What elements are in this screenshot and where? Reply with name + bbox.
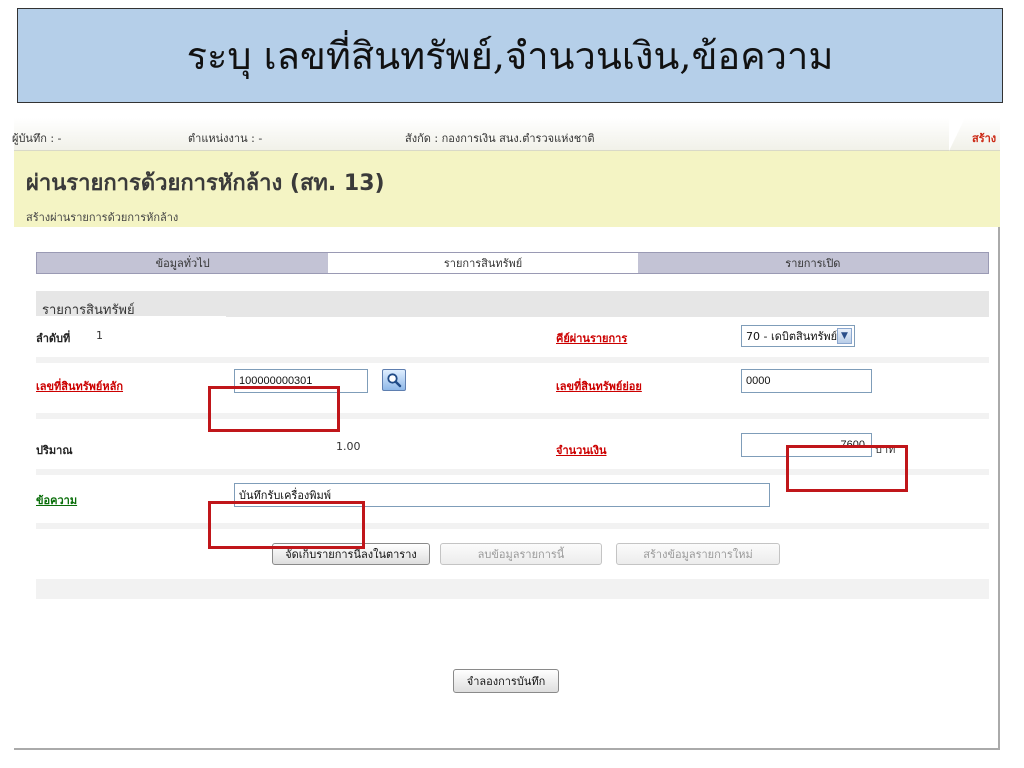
app-window: ผู้บันทึก : - ตำแหน่งงาน : - สังกัด : กอ…	[12, 118, 1000, 750]
tab-asset-items[interactable]: รายการสินทรัพย์	[328, 253, 638, 273]
quantity-label: ปริมาณ	[36, 444, 73, 457]
asset-search-button[interactable]	[382, 369, 406, 391]
unit-info: สังกัด : กองการเงิน สนง.ตำรวจแห่งชาติ	[405, 132, 595, 145]
sub-asset-input[interactable]	[741, 369, 872, 393]
seq-label: ลำดับที่	[36, 332, 71, 345]
topbar-corner	[949, 118, 965, 151]
instruction-text: ระบุ เลขที่สินทรัพย์,จำนวนเงิน,ข้อความ	[186, 34, 834, 78]
chevron-down-icon: ▼	[837, 328, 852, 344]
tab-open-items[interactable]: รายการเปิด	[637, 253, 988, 273]
sub-asset-label[interactable]: เลขที่สินทรัพย์ย่อย	[556, 377, 642, 395]
posting-key-label[interactable]: คีย์ผ่านรายการ	[556, 329, 627, 347]
highlight-text	[208, 501, 365, 549]
quantity-value: 1.00	[336, 440, 361, 453]
tab-bar: ข้อมูลทั่วไป รายการสินทรัพย์ รายการเปิด	[36, 252, 989, 274]
magnifier-icon	[387, 373, 402, 388]
new-item-button[interactable]: สร้างข้อมูลรายการใหม่	[616, 543, 780, 565]
simulate-button[interactable]: จำลองการบันทึก	[453, 669, 559, 693]
user-info-bar: ผู้บันทึก : - ตำแหน่งงาน : - สังกัด : กอ…	[12, 118, 1000, 151]
row-asset-number: เลขที่สินทรัพย์หลัก เลขที่สินทรัพย์ย่อย	[36, 363, 989, 413]
instruction-banner: ระบุ เลขที่สินทรัพย์,จำนวนเงิน,ข้อความ	[17, 8, 1003, 103]
create-link[interactable]: สร้าง	[972, 129, 996, 147]
page-header: ผ่านรายการด้วยการหักล้าง (สท. 13) สร้างผ…	[14, 151, 1000, 227]
text-label[interactable]: ข้อความ	[36, 491, 77, 509]
page-title: ผ่านรายการด้วยการหักล้าง (สท. 13)	[26, 171, 385, 196]
highlight-amount	[786, 445, 908, 492]
main-asset-label[interactable]: เลขที่สินทรัพย์หลัก	[36, 377, 123, 395]
posting-key-value: 70 - เดบิตสินทรัพย์	[746, 330, 838, 343]
amount-label[interactable]: จำนวนเงิน	[556, 441, 607, 459]
tab-general-info[interactable]: ข้อมูลทั่วไป	[37, 253, 329, 273]
posting-key-select[interactable]: 70 - เดบิตสินทรัพย์ ▼	[741, 325, 855, 347]
page-subtitle: สร้างผ่านรายการด้วยการหักล้าง	[26, 211, 179, 224]
position-info: ตำแหน่งงาน : -	[188, 132, 263, 145]
highlight-main-asset	[208, 386, 340, 432]
recorder-info: ผู้บันทึก : -	[12, 132, 62, 145]
seq-value: 1	[96, 329, 103, 342]
section-header: รายการสินทรัพย์	[36, 291, 989, 318]
row-actions: จัดเก็บรายการนี้ลงในตาราง ลบข้อมูลรายการ…	[36, 529, 989, 579]
row-sequence: ลำดับที่ 1 คีย์ผ่านรายการ 70 - เดบิตสินท…	[36, 317, 989, 357]
delete-item-button[interactable]: ลบข้อมูลรายการนี้	[440, 543, 602, 565]
